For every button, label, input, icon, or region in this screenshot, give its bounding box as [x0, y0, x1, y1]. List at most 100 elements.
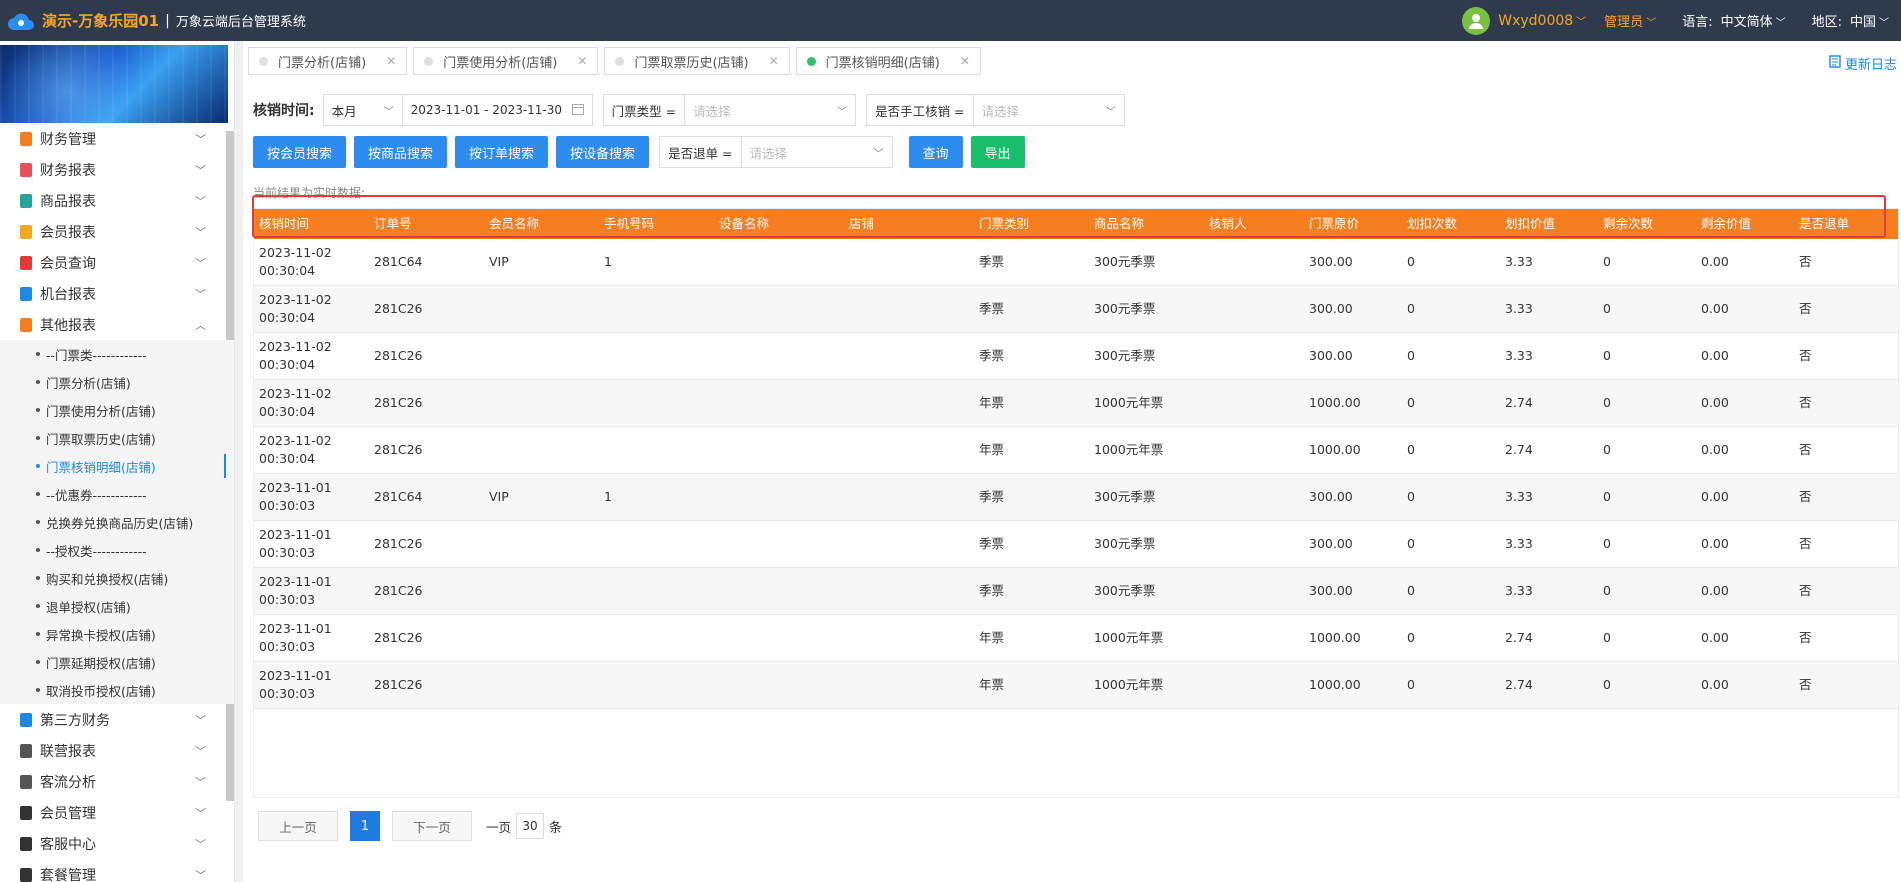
column-header[interactable]: 划扣次数	[1402, 215, 1500, 233]
sidebar-subitem[interactable]: 退单授权(店铺)	[0, 592, 234, 620]
close-icon[interactable]: ✕	[769, 54, 779, 68]
table-row[interactable]: 2023-11-02 00:30:04 281C64 VIP 1 季票 300元季票 300…	[254, 239, 1898, 286]
period-select[interactable]: 本月 ﹀	[322, 94, 403, 126]
table-cell: VIP	[489, 254, 509, 269]
column-header[interactable]: 门票原价	[1304, 215, 1402, 233]
export-button[interactable]: 导出	[970, 136, 1025, 168]
query-button[interactable]: 查询	[908, 136, 963, 168]
table-row[interactable]: 2023-11-02 00:30:04 281C26 季票 300元季票 300.00 0…	[254, 333, 1898, 380]
language-select[interactable]: 中文简体 ﹀	[1721, 11, 1786, 30]
close-icon[interactable]: ✕	[577, 54, 587, 68]
sidebar-item-menus_top-3[interactable]: 会员报表 ﹀	[0, 216, 234, 247]
changelog-link[interactable]: 更新日志	[1829, 54, 1897, 73]
page-tabs: 门票分析(店铺) ✕ 门票使用分析(店铺) ✕ 门票取票历史(店铺) ✕ 门票核销明细(店铺…	[248, 47, 981, 77]
prev-page-button[interactable]: 上一页	[258, 811, 338, 841]
sidebar-subitem[interactable]: 购买和兑换授权(店铺)	[0, 564, 234, 592]
filter-row-2: 按会员搜索 按商品搜索 按订单搜索 按设备搜索 是否退单 = 请选择 ﹀ 查询 …	[253, 136, 1025, 168]
sidebar-subitem[interactable]: 门票分析(店铺)	[0, 368, 234, 396]
date-range-input[interactable]: 2023-11-01 - 2023-11-30	[402, 94, 593, 126]
close-icon[interactable]: ✕	[960, 54, 970, 68]
sidebar-item-menus_top-0[interactable]: 财务管理 ﹀	[0, 123, 234, 154]
sidebar-subitem[interactable]: 取消投币授权(店铺)	[0, 676, 234, 704]
column-header[interactable]: 手机号码	[599, 215, 714, 233]
table-row[interactable]: 2023-11-01 00:30:03 281C26 年票 1000元年票 1000.0…	[254, 662, 1898, 709]
sidebar-subitem[interactable]: 门票取票历史(店铺)	[0, 424, 234, 452]
table-cell: 281C26	[374, 301, 423, 316]
table-cell: 0	[1407, 677, 1415, 692]
sidebar-item-menus_bottom-2[interactable]: 客流分析 ﹀	[0, 766, 234, 797]
user-avatar-icon[interactable]	[1462, 6, 1491, 35]
column-header[interactable]: 剩余次数	[1598, 215, 1696, 233]
close-icon[interactable]: ✕	[386, 54, 396, 68]
sidebar-item-menus_bottom-0[interactable]: 第三方财务 ﹀	[0, 704, 234, 735]
chevron-icon: ﹀	[195, 163, 206, 177]
refund-select[interactable]: 请选择 ﹀	[742, 137, 892, 167]
table-row[interactable]: 2023-11-01 00:30:03 281C26 季票 300元季票 300.00 0…	[254, 568, 1898, 615]
column-header[interactable]: 剩余价值	[1696, 215, 1794, 233]
sidebar-item-menus_top-2[interactable]: 商品报表 ﹀	[0, 185, 234, 216]
writeoff-detail-table: 核销时间 订单号 会员名称 手机号码 设备名称 店铺 门票类别 商品名称 核销人 门票原价 划扣次数…	[253, 208, 1899, 798]
column-header[interactable]: 店铺	[844, 215, 974, 233]
tab-1[interactable]: 门票使用分析(店铺) ✕	[413, 47, 599, 75]
sidebar-item-menus_bottom-3[interactable]: 会员管理 ﹀	[0, 797, 234, 828]
table-row[interactable]: 2023-11-02 00:30:04 281C26 年票 1000元年票 1000.0…	[254, 380, 1898, 427]
bullet-icon	[36, 380, 40, 384]
column-header[interactable]: 设备名称	[714, 215, 844, 233]
column-header[interactable]: 会员名称	[484, 215, 599, 233]
search-by-member-button[interactable]: 按会员搜索	[253, 136, 347, 168]
table-row[interactable]: 2023-11-01 00:30:03 281C26 季票 300元季票 300.00 0…	[254, 521, 1898, 568]
sidebar-subitem[interactable]: 门票延期授权(店铺)	[0, 648, 234, 676]
table-cell: 否	[1799, 254, 1812, 269]
search-by-order-button[interactable]: 按订单搜索	[455, 136, 549, 168]
sidebar-subitem[interactable]: 门票使用分析(店铺)	[0, 396, 234, 424]
table-cell: 季票	[979, 348, 1005, 363]
chevron-icon: ﹀	[195, 744, 206, 758]
table-cell: 300.00	[1309, 301, 1353, 316]
sidebar-item-menus_top-4[interactable]: 会员查询 ﹀	[0, 247, 234, 278]
chevron-icon: ﹀	[195, 132, 206, 146]
table-cell: VIP	[489, 489, 509, 504]
table-row[interactable]: 2023-11-01 00:30:03 281C64 VIP 1 季票 300元季票 300…	[254, 474, 1898, 521]
tab-2[interactable]: 门票取票历史(店铺) ✕	[604, 47, 790, 75]
sidebar-item-menus_top-1[interactable]: 财务报表 ﹀	[0, 154, 234, 185]
chevron-down-icon: ﹀	[1646, 18, 1657, 29]
tab-3[interactable]: 门票核销明细(店铺) ✕	[795, 47, 981, 75]
column-header[interactable]: 核销时间	[254, 215, 369, 233]
table-cell: 2023-11-01 00:30:03	[259, 480, 332, 513]
sidebar-item-menus_top-5[interactable]: 机台报表 ﹀	[0, 278, 234, 309]
column-header[interactable]: 核销人	[1204, 215, 1304, 233]
sidebar-subitem[interactable]: 异常换卡授权(店铺)	[0, 620, 234, 648]
sidebar-subitem[interactable]: 兑换券兑换商品历史(店铺)	[0, 508, 234, 536]
search-by-product-button[interactable]: 按商品搜索	[354, 136, 448, 168]
region-select[interactable]: 中国 ﹀	[1850, 11, 1889, 30]
table-cell: 否	[1799, 677, 1812, 692]
user-menu[interactable]: Wxyd0008 ﹀	[1498, 13, 1586, 29]
sidebar-subitem[interactable]: 门票核销明细(店铺)	[0, 452, 234, 480]
column-header[interactable]: 订单号	[369, 215, 484, 233]
bullet-icon	[36, 576, 40, 580]
menu-icon	[20, 774, 32, 789]
sidebar-item-menus_bottom-5[interactable]: 套餐管理 ﹀	[0, 859, 234, 882]
sidebar-item-menus_bottom-4[interactable]: 客服中心 ﹀	[0, 828, 234, 859]
tab-0[interactable]: 门票分析(店铺) ✕	[248, 47, 408, 75]
sidebar-item-menus_bottom-1[interactable]: 联营报表 ﹀	[0, 735, 234, 766]
manual-writeoff-select[interactable]: 请选择 ﹀	[974, 95, 1124, 125]
table-row[interactable]: 2023-11-02 00:30:04 281C26 季票 300元季票 300.00 0…	[254, 286, 1898, 333]
column-header[interactable]: 是否退单	[1794, 215, 1894, 233]
column-header[interactable]: 商品名称	[1089, 215, 1204, 233]
column-header[interactable]: 划扣价值	[1500, 215, 1598, 233]
sidebar-item-label: 会员查询	[40, 255, 96, 272]
role-menu[interactable]: 管理员 ﹀	[1604, 11, 1656, 30]
bullet-icon	[36, 604, 40, 608]
next-page-button[interactable]: 下一页	[392, 811, 472, 841]
per-page-input[interactable]: 30	[516, 813, 545, 839]
table-row[interactable]: 2023-11-01 00:30:03 281C26 年票 1000元年票 1000.0…	[254, 615, 1898, 662]
table-row[interactable]: 2023-11-02 00:30:04 281C26 年票 1000元年票 1000.0…	[254, 427, 1898, 474]
column-header[interactable]: 门票类别	[974, 215, 1089, 233]
ticket-type-select[interactable]: 请选择 ﹀	[685, 95, 855, 125]
search-by-device-button[interactable]: 按设备搜索	[556, 136, 650, 168]
sidebar-item-menus_top-6[interactable]: 其他报表 ︿	[0, 309, 234, 340]
sidebar-menu-bottom: 第三方财务 ﹀ 联营报表 ﹀ 客流分析 ﹀ 会员管理 ﹀ 客服中心 ﹀ 套餐管理 ﹀	[0, 704, 234, 882]
table-cell: 0	[1603, 254, 1611, 269]
current-page-button[interactable]: 1	[350, 811, 380, 841]
